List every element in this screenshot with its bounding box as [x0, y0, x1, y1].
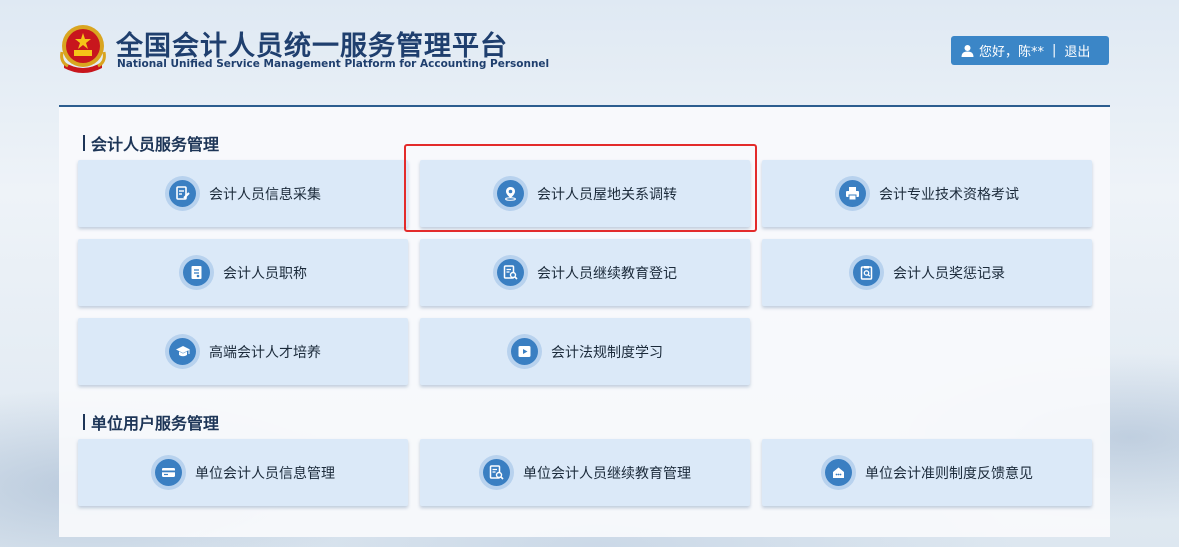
card-label: 会计人员职称 — [223, 265, 307, 282]
printer-icon — [835, 176, 870, 211]
card-label: 会计人员信息采集 — [209, 186, 321, 203]
section-title-unit: 单位用户服务管理 — [83, 410, 219, 434]
card-icon — [151, 455, 186, 490]
card-location-transfer[interactable]: 会计人员屋地关系调转 — [420, 160, 750, 227]
feedback-icon — [821, 455, 856, 490]
edit-document-icon — [165, 176, 200, 211]
clipboard-search-icon — [849, 255, 884, 290]
section-bar — [83, 135, 85, 151]
card-label: 单位会计人员信息管理 — [195, 465, 335, 482]
card-professional-title[interactable]: 会计人员职称 — [78, 239, 408, 306]
card-label: 单位会计人员继续教育管理 — [523, 465, 691, 482]
document-search-icon — [493, 255, 528, 290]
graduation-cap-icon — [165, 334, 200, 369]
card-unit-education-management[interactable]: 单位会计人员继续教育管理 — [420, 439, 750, 506]
video-play-icon — [507, 334, 542, 369]
card-talent-training[interactable]: 高端会计人才培养 — [78, 318, 408, 385]
card-info-collection[interactable]: 会计人员信息采集 — [78, 160, 408, 227]
document-search-icon — [479, 455, 514, 490]
card-qualification-exam[interactable]: 会计专业技术资格考试 — [762, 160, 1092, 227]
card-unit-feedback[interactable]: 单位会计准则制度反馈意见 — [762, 439, 1092, 506]
header: 全国会计人员统一服务管理平台 National Unified Service … — [0, 0, 1179, 100]
card-regulation-study[interactable]: 会计法规制度学习 — [420, 318, 750, 385]
card-label: 会计人员屋地关系调转 — [537, 186, 677, 203]
card-rewards-record[interactable]: 会计人员奖惩记录 — [762, 239, 1092, 306]
user-separator: | — [1052, 43, 1057, 58]
certificate-icon — [179, 255, 214, 290]
card-label: 会计人员继续教育登记 — [537, 265, 677, 282]
card-label: 单位会计准则制度反馈意见 — [865, 465, 1033, 482]
location-pin-icon — [493, 176, 528, 211]
section-bar — [83, 414, 85, 430]
site-subtitle: National Unified Service Management Plat… — [117, 58, 550, 70]
main-panel: 会计人员服务管理 会计人员信息采集 会计人员屋地关系调转 会计专业技术资格考试 … — [59, 105, 1110, 537]
card-label: 会计专业技术资格考试 — [879, 186, 1019, 203]
section-title-accountant: 会计人员服务管理 — [83, 131, 219, 155]
national-emblem-icon — [60, 25, 106, 73]
user-icon — [961, 45, 974, 57]
user-greeting: 您好，陈** — [979, 45, 1045, 60]
card-label: 会计法规制度学习 — [551, 344, 663, 361]
card-continuing-education[interactable]: 会计人员继续教育登记 — [420, 239, 750, 306]
card-label: 会计人员奖惩记录 — [893, 265, 1005, 282]
logout-link[interactable]: 退出 — [1064, 41, 1090, 60]
card-unit-info-management[interactable]: 单位会计人员信息管理 — [78, 439, 408, 506]
card-label: 高端会计人才培养 — [209, 344, 321, 361]
user-bar: 您好，陈** | 退出 — [951, 36, 1109, 65]
